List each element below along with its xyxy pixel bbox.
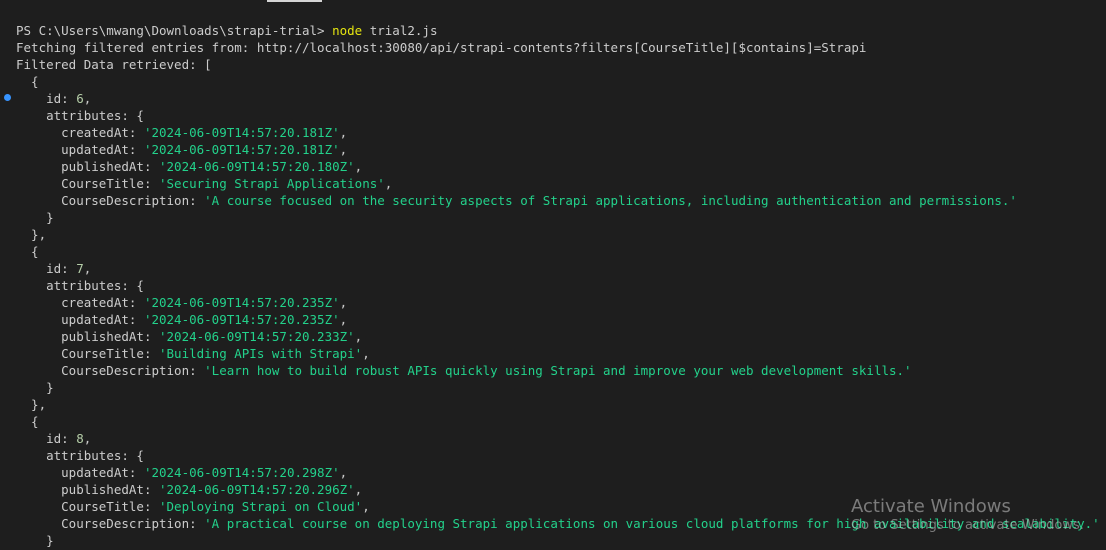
course-description-line: CourseDescription: 'A course focused on …	[61, 193, 1017, 208]
entry-id: 6	[76, 91, 84, 106]
terminal-panel[interactable]: PS C:\Users\mwang\Downloads\strapi-trial…	[0, 0, 1106, 550]
course-description-value: 'A course focused on the security aspect…	[204, 193, 1017, 208]
object-open-brace: {	[16, 244, 39, 259]
course-description-line: CourseDescription: 'Learn how to build r…	[61, 363, 912, 378]
object-close-brace: },	[16, 227, 47, 242]
watermark-title: Activate Windows	[851, 496, 1011, 517]
entry-id: 8	[76, 431, 84, 446]
course-title-line: CourseTitle: 'Building APIs with Strapi'…	[61, 346, 370, 361]
entry-id-line: id: 6,	[46, 91, 92, 106]
command-args: trial2.js	[369, 23, 438, 38]
published-at-line: publishedAt: '2024-06-09T14:57:20.233Z',	[61, 329, 363, 344]
object-open-brace: {	[16, 414, 39, 429]
updated-at-line: updatedAt: '2024-06-09T14:57:20.298Z',	[61, 465, 348, 480]
course-title-value: 'Securing Strapi Applications'	[159, 176, 385, 191]
course-title-value: 'Deploying Strapi on Cloud'	[159, 499, 363, 514]
entry-id: 7	[76, 261, 84, 276]
course-title-value: 'Building APIs with Strapi'	[159, 346, 363, 361]
attributes-close-brace: }	[16, 210, 54, 225]
published-at-value: '2024-06-09T14:57:20.233Z'	[159, 329, 355, 344]
command-name: node	[332, 23, 363, 38]
fetch-message: Fetching filtered entries from: http://l…	[16, 40, 867, 55]
retrieved-message: Filtered Data retrieved: [	[16, 57, 212, 72]
published-at-line: publishedAt: '2024-06-09T14:57:20.180Z',	[61, 159, 363, 174]
attributes-close-brace: }	[16, 533, 54, 548]
updated-at-line: updatedAt: '2024-06-09T14:57:20.235Z',	[61, 312, 348, 327]
published-at-value: '2024-06-09T14:57:20.180Z'	[159, 159, 355, 174]
updated-at-value: '2024-06-09T14:57:20.298Z'	[143, 465, 340, 480]
tab-indicator	[267, 0, 322, 2]
watermark-subtitle: Go to Settings to activate Windows.	[851, 518, 1084, 533]
attributes-line: attributes: {	[46, 108, 144, 123]
entry-id-line: id: 7,	[46, 261, 92, 276]
attributes-line: attributes: {	[46, 448, 144, 463]
created-at-line: createdAt: '2024-06-09T14:57:20.181Z',	[61, 125, 348, 140]
updated-at-value: '2024-06-09T14:57:20.181Z'	[143, 142, 340, 157]
created-at-value: '2024-06-09T14:57:20.181Z'	[143, 125, 340, 140]
line-decoration-dot-icon	[4, 94, 11, 101]
object-open-brace: {	[16, 74, 39, 89]
activate-windows-watermark: Activate Windows Go to Settings to activ…	[851, 496, 1084, 534]
attributes-close-brace: }	[16, 380, 54, 395]
updated-at-value: '2024-06-09T14:57:20.235Z'	[143, 312, 340, 327]
updated-at-line: updatedAt: '2024-06-09T14:57:20.181Z',	[61, 142, 348, 157]
course-description-value: 'Learn how to build robust APIs quickly …	[204, 363, 912, 378]
prompt-path: PS C:\Users\mwang\Downloads\strapi-trial…	[16, 23, 325, 38]
terminal-output: PS C:\Users\mwang\Downloads\strapi-trial…	[16, 22, 1106, 549]
object-close-brace: },	[16, 397, 47, 412]
entry-id-line: id: 8,	[46, 431, 92, 446]
created-at-line: createdAt: '2024-06-09T14:57:20.235Z',	[61, 295, 348, 310]
attributes-line: attributes: {	[46, 278, 144, 293]
created-at-value: '2024-06-09T14:57:20.235Z'	[143, 295, 340, 310]
course-title-line: CourseTitle: 'Securing Strapi Applicatio…	[61, 176, 393, 191]
prompt-line: PS C:\Users\mwang\Downloads\strapi-trial…	[16, 22, 1106, 39]
published-at-value: '2024-06-09T14:57:20.296Z'	[159, 482, 355, 497]
